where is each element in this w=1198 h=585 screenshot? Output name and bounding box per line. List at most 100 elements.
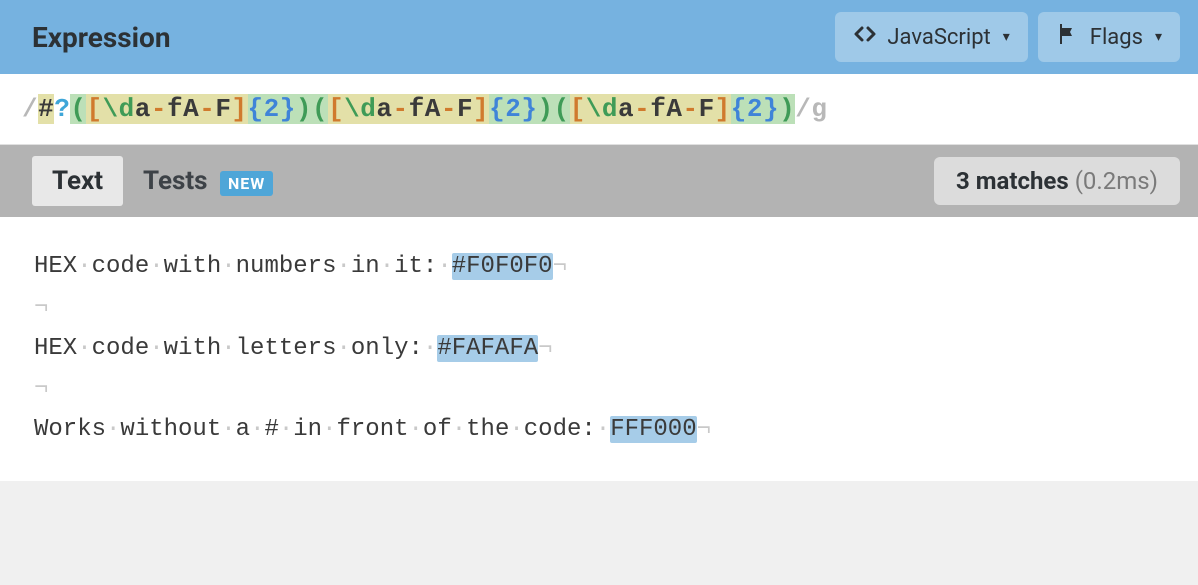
regex-token: \d <box>344 94 376 124</box>
text-word: in <box>351 253 380 280</box>
regex-token: - <box>441 94 457 124</box>
text-word: in <box>293 416 322 443</box>
regex-token: - <box>634 94 650 124</box>
whitespace-dot: · <box>409 416 423 443</box>
text-line: HEX·code·with·numbers·in·it:·#F0F0F0¬ <box>34 247 1164 288</box>
text-word: without <box>120 416 221 443</box>
regex-token: A <box>183 94 199 124</box>
text-word: it: <box>394 253 437 280</box>
text-word: numbers <box>236 253 337 280</box>
whitespace-dot: · <box>279 416 293 443</box>
regex-token: f <box>409 94 425 124</box>
whitespace-dot: · <box>452 416 466 443</box>
tab-text[interactable]: Text <box>32 156 123 206</box>
regex-open-delimiter: / <box>22 94 38 124</box>
match-time: (0.2ms) <box>1075 167 1158 195</box>
text-word: code <box>92 335 150 362</box>
text-word: Works <box>34 416 106 443</box>
regex-token: A <box>666 94 682 124</box>
regex-token: - <box>151 94 167 124</box>
match-highlight: FFF000 <box>610 416 696 443</box>
text-word: only: <box>351 335 423 362</box>
whitespace-dot: · <box>221 335 235 362</box>
regex-token: ) <box>779 94 795 124</box>
regex-token: F <box>699 94 715 124</box>
text-word: front <box>337 416 409 443</box>
whitespace-dot: · <box>149 335 163 362</box>
regex-token: ] <box>473 94 489 124</box>
whitespace-dot: · <box>437 253 451 280</box>
text-word: HEX <box>34 335 77 362</box>
regex-token: {2} <box>731 94 779 124</box>
whitespace-dot: · <box>106 416 120 443</box>
match-count: 3 matches <box>956 167 1069 195</box>
text-word: a <box>236 416 250 443</box>
chevron-down-icon: ▾ <box>1003 29 1010 45</box>
regex-token: a <box>376 94 392 124</box>
text-line: ¬ <box>34 369 1164 410</box>
regex-token: {2} <box>248 94 296 124</box>
regex-token: [ <box>328 94 344 124</box>
regex-token: ] <box>715 94 731 124</box>
whitespace-dot: · <box>221 416 235 443</box>
whitespace-dot: · <box>77 335 91 362</box>
whitespace-dot: · <box>322 416 336 443</box>
regex-token: [ <box>86 94 102 124</box>
tabs: Text Tests NEW <box>32 156 293 206</box>
match-highlight: #FAFAFA <box>437 335 538 362</box>
tab-tests[interactable]: Tests NEW <box>123 156 293 206</box>
match-highlight: #F0F0F0 <box>452 253 553 280</box>
regex-token: \d <box>103 94 135 124</box>
text-word: # <box>264 416 278 443</box>
text-word: with <box>164 335 222 362</box>
text-word: of <box>423 416 452 443</box>
text-line: ¬ <box>34 288 1164 329</box>
header-bar: Expression JavaScript ▾ Flags ▾ <box>0 0 1198 74</box>
text-word: code: <box>524 416 596 443</box>
regex-close-delimiter: / <box>795 94 811 124</box>
whitespace-dot: · <box>149 253 163 280</box>
test-text-area[interactable]: HEX·code·with·numbers·in·it:·#F0F0F0¬¬HE… <box>0 217 1198 481</box>
text-line: HEX·code·with·letters·only:·#FAFAFA¬ <box>34 329 1164 370</box>
whitespace-dot: · <box>423 335 437 362</box>
flavor-label: JavaScript <box>887 25 990 50</box>
code-icon <box>853 22 877 52</box>
regex-token: {2} <box>489 94 537 124</box>
whitespace-dot: · <box>336 335 350 362</box>
whitespace-dot: · <box>380 253 394 280</box>
flag-icon <box>1056 22 1080 52</box>
regex-token: ( <box>70 94 86 124</box>
regex-token: - <box>682 94 698 124</box>
text-word: with <box>164 253 222 280</box>
regex-token: ( <box>312 94 328 124</box>
line-end-marker: ¬ <box>697 416 711 443</box>
regex-token: f <box>167 94 183 124</box>
whitespace-dot: · <box>250 416 264 443</box>
flags-label: Flags <box>1090 25 1143 50</box>
page-title: Expression <box>32 21 171 54</box>
regex-token: A <box>425 94 441 124</box>
match-count-box[interactable]: 3 matches (0.2ms) <box>934 157 1180 205</box>
text-word: letters <box>236 335 337 362</box>
regex-token: ( <box>554 94 570 124</box>
expression-input[interactable]: /#?([\da-fA-F]{2})([\da-fA-F]{2})([\da-f… <box>0 74 1198 145</box>
regex-token: # <box>38 94 54 124</box>
regex-token: F <box>215 94 231 124</box>
regex-token: - <box>199 94 215 124</box>
regex-flags: g <box>811 94 827 124</box>
whitespace-dot: · <box>336 253 350 280</box>
whitespace-dot: · <box>221 253 235 280</box>
header-buttons: JavaScript ▾ Flags ▾ <box>835 12 1180 62</box>
regex-token: a <box>618 94 634 124</box>
line-end-marker: ¬ <box>34 375 48 402</box>
regex-token: F <box>457 94 473 124</box>
line-end-marker: ¬ <box>538 335 552 362</box>
whitespace-dot: · <box>596 416 610 443</box>
regex-token: ? <box>54 94 70 124</box>
whitespace-dot: · <box>509 416 523 443</box>
flags-button[interactable]: Flags ▾ <box>1038 12 1180 62</box>
regex-token: f <box>650 94 666 124</box>
text-line: Works·without·a·#·in·front·of·the·code:·… <box>34 410 1164 451</box>
flavor-button[interactable]: JavaScript ▾ <box>835 12 1027 62</box>
line-end-marker: ¬ <box>34 294 48 321</box>
